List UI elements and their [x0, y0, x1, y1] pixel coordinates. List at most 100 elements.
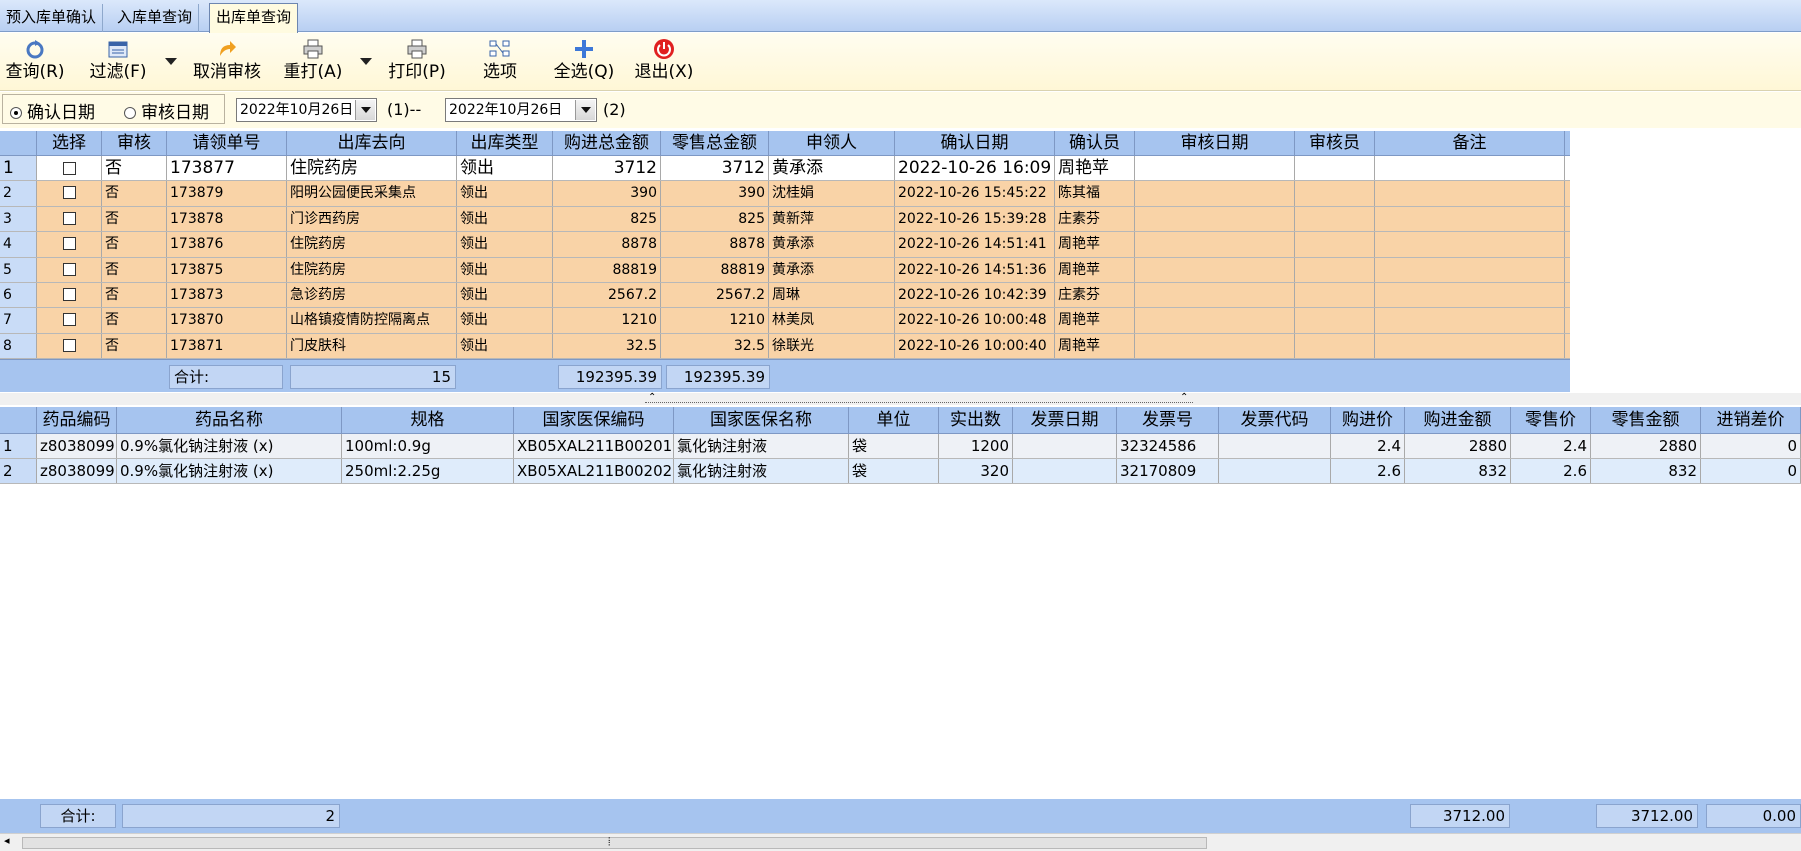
options-button[interactable]: 选项: [476, 37, 524, 89]
radio-selected-icon: [10, 107, 22, 119]
date-from-dropdown-icon[interactable]: [355, 100, 375, 120]
column-header[interactable]: 购进总金额: [553, 131, 661, 155]
column-header[interactable]: 零售价: [1511, 407, 1591, 433]
print-button[interactable]: 打印(P): [383, 37, 451, 89]
select-cell: [37, 206, 102, 232]
column-header[interactable]: 选择: [37, 131, 102, 155]
outbound-table-row[interactable]: 7 否 173870 山格镇疫情防控隔离点 领出 1210 1210 林美凤 2022-10-2…: [0, 308, 1570, 334]
column-header[interactable]: 药品名称: [117, 407, 342, 433]
row-select-checkbox[interactable]: [62, 211, 76, 225]
column-header[interactable]: 审核日期: [1135, 131, 1295, 155]
date-from-value: 2022年10月26日: [240, 102, 354, 118]
tab-bar: 预入库单确认 入库单查询 出库单查询: [0, 0, 1801, 33]
column-header[interactable]: 申领人: [769, 131, 895, 155]
tab-pre-inbound-confirm[interactable]: 预入库单确认: [0, 4, 104, 32]
outbound-grid-body: 1 否 173877 住院药房 领出 3712 3712 黄承添 2022-10-26 16:0…: [0, 156, 1570, 359]
column-header[interactable]: 进销差价: [1701, 407, 1801, 433]
column-header[interactable]: 发票代码: [1219, 407, 1331, 433]
row-select-checkbox[interactable]: [62, 262, 76, 276]
splitter-handle[interactable]: [645, 393, 1193, 403]
row-number: 7: [0, 308, 37, 333]
column-header[interactable]: 零售总金额: [661, 131, 769, 155]
row-select-checkbox[interactable]: [62, 186, 76, 200]
outbound-table-row[interactable]: 6 否 173873 急诊药房 领出 2567.2 2567.2 周琳 2022-10-26 1…: [0, 283, 1570, 309]
column-header[interactable]: 国家医保名称: [674, 407, 849, 433]
row-select-checkbox[interactable]: [62, 237, 76, 251]
reviewer-cell: [1295, 308, 1375, 333]
no-cell: 173875: [167, 257, 287, 282]
outbound-table-row[interactable]: 8 否 173871 门皮肤科 领出 32.5 32.5 徐联光 2022-10-26 10:0…: [0, 333, 1570, 359]
column-header[interactable]: 购进金额: [1405, 407, 1511, 433]
confirmer-cell: 庄素芬: [1055, 283, 1135, 308]
column-header[interactable]: 发票号: [1117, 407, 1219, 433]
confirm-date-cell: 2022-10-26 10:42:39: [895, 283, 1055, 308]
no-cell: 173877: [167, 156, 287, 181]
remark-cell: [1375, 206, 1565, 232]
inv-no-cell: 32170809: [1117, 459, 1219, 483]
reprint-dropdown-arrow-icon[interactable]: [360, 58, 372, 65]
tab-outbound-query[interactable]: 出库单查询: [209, 3, 299, 33]
column-header[interactable]: 药品编码: [37, 407, 117, 433]
row-select-checkbox[interactable]: [62, 288, 76, 301]
undo-arrow-icon: [220, 41, 236, 56]
column-header[interactable]: 单位: [849, 407, 939, 433]
column-header[interactable]: 审核员: [1295, 131, 1375, 155]
grid-splitter[interactable]: ⌃ ⌃: [0, 392, 1801, 405]
date-to-picker[interactable]: 2022年10月26日: [445, 98, 597, 122]
detail-table-row[interactable]: 1 z8038099 0.9%氯化钠注射液 (x) 100ml:0.9g XB05XAL…: [0, 434, 1801, 459]
review-cell: 否: [102, 232, 167, 257]
scroll-left-arrow-icon[interactable]: ◂: [4, 834, 10, 847]
cancel-review-button[interactable]: 取消审核: [187, 37, 267, 89]
select-all-button[interactable]: 全选(Q): [550, 37, 618, 89]
retail-price-cell: 2.4: [1511, 434, 1591, 458]
column-header[interactable]: 出库去向: [287, 131, 457, 155]
exit-button[interactable]: 退出(X): [632, 37, 696, 89]
column-header[interactable]: 备注: [1375, 131, 1565, 155]
horizontal-scrollbar[interactable]: ◂ ⦙: [0, 833, 1801, 851]
date-from-picker[interactable]: 2022年10月26日: [236, 98, 377, 122]
review-date-cell: [1135, 333, 1295, 359]
buy-cell: 3712: [553, 156, 661, 181]
applicant-cell: 林美凤: [769, 308, 895, 333]
g2-total-count: 2: [122, 804, 340, 828]
printer-icon: [407, 39, 427, 59]
column-header[interactable]: 确认员: [1055, 131, 1135, 155]
row-select-checkbox[interactable]: [62, 338, 76, 352]
query-button[interactable]: 查询(R): [2, 37, 68, 89]
spec-cell: 250ml:2.25g: [342, 459, 514, 483]
column-header[interactable]: 购进价: [1331, 407, 1405, 433]
type-cell: 领出: [457, 232, 553, 257]
reprint-button[interactable]: 重打(A): [279, 37, 347, 89]
column-header[interactable]: 确认日期: [895, 131, 1055, 155]
column-header[interactable]: 请领单号: [167, 131, 287, 155]
row-select-checkbox[interactable]: [62, 162, 76, 175]
date-to-dropdown-icon[interactable]: [575, 100, 595, 120]
scrollbar-thumb[interactable]: ⦙: [22, 835, 1207, 849]
column-header[interactable]: 审核: [102, 131, 167, 155]
outbound-table-row[interactable]: 5 否 173875 住院药房 领出 88819 88819 黄承添 2022-10-26 14…: [0, 257, 1570, 283]
confirm-date-radio[interactable]: 确认日期: [10, 98, 95, 123]
outbound-table-row[interactable]: 3 否 173878 门诊西药房 领出 825 825 黄新萍 2022-10-26 15:39…: [0, 206, 1570, 233]
column-header[interactable]: 规格: [342, 407, 514, 433]
review-cell: 否: [102, 257, 167, 282]
filter-button[interactable]: 过滤(F): [82, 37, 154, 89]
row-select-checkbox[interactable]: [62, 313, 76, 327]
filter-icon: [108, 41, 128, 58]
column-header[interactable]: 国家医保编码: [514, 407, 674, 433]
column-header[interactable]: 发票日期: [1013, 407, 1117, 433]
collapse-up-icon[interactable]: ⌃: [648, 392, 656, 403]
filter-dropdown-arrow-icon[interactable]: [165, 58, 177, 65]
outbound-table-row[interactable]: 1 否 173877 住院药房 领出 3712 3712 黄承添 2022-10-26 16:0…: [0, 156, 1570, 182]
reviewer-cell: [1295, 181, 1375, 206]
column-header[interactable]: 零售金额: [1591, 407, 1701, 433]
column-header[interactable]: 出库类型: [457, 131, 553, 155]
outbound-table-row[interactable]: 4 否 173876 住院药房 领出 8878 8878 黄承添 2022-10-26 14:5…: [0, 232, 1570, 258]
detail-table-row[interactable]: 2 z8038099 0.9%氯化钠注射液 (x) 250ml:2.25g XB05XA…: [0, 459, 1801, 484]
buy-amt-cell: 2880: [1405, 434, 1511, 458]
tab-inbound-query[interactable]: 入库单查询: [111, 4, 200, 32]
column-header[interactable]: 实出数: [939, 407, 1013, 433]
review-date-radio[interactable]: 审核日期: [124, 98, 209, 123]
outbound-table-row[interactable]: 2 否 173879 阳明公园便民采集点 领出 390 390 沈桂娟 2022-10-26 1…: [0, 181, 1570, 207]
collapse-up-icon[interactable]: ⌃: [1180, 392, 1188, 403]
review-date-cell: [1135, 257, 1295, 282]
